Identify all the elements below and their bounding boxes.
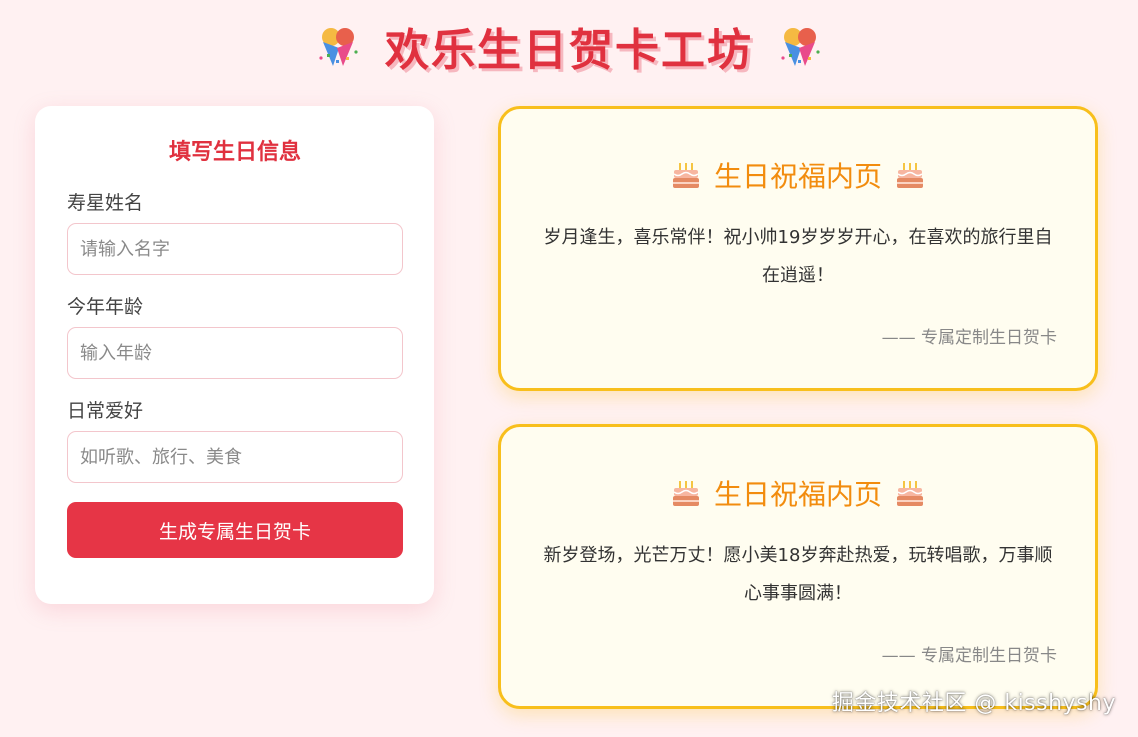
greeting-message: 岁月逢生，喜乐常伴！祝小帅19岁岁岁开心，在喜欢的旅行里自在逍遥！ [543,227,1053,286]
greeting-card-title: 生日祝福内页 [713,160,882,193]
greeting-card: 生日祝福内页 新岁登场，光芒万丈！愿小美18岁奔赴热爱，玩转唱歌，万事顺心事事圆… [498,424,1098,709]
greeting-signature: —— 专属定制生日贺卡 [881,328,1057,348]
birthday-cake-icon [897,163,923,188]
hobby-input[interactable] [67,431,403,483]
page-title: 欢乐生日贺卡工坊 [385,25,753,76]
page: 欢乐生日贺卡工坊 填写生日信息 寿星姓名 今年年龄 日常爱好 生成专属生日贺卡 [0,0,1138,737]
generate-card-button[interactable]: 生成专属生日贺卡 [67,502,403,558]
birthday-info-form: 填写生日信息 寿星姓名 今年年龄 日常爱好 生成专属生日贺卡 [35,106,434,604]
greeting-message: 新岁登场，光芒万丈！愿小美18岁奔赴热爱，玩转唱歌，万事顺心事事圆满！ [543,545,1053,604]
name-input[interactable] [67,223,403,275]
hobby-field-label: 日常爱好 [67,400,144,422]
party-popper-icon [319,28,358,66]
greeting-signature: —— 专属定制生日贺卡 [881,646,1057,666]
greeting-card-header: 生日祝福内页 [501,473,1095,513]
age-input[interactable] [67,327,403,379]
greeting-card-title: 生日祝福内页 [713,478,882,511]
age-field-label: 今年年龄 [67,296,144,318]
greeting-card: 生日祝福内页 岁月逢生，喜乐常伴！祝小帅19岁岁岁开心，在喜欢的旅行里自在逍遥！… [498,106,1098,391]
birthday-cake-icon [672,163,699,188]
greeting-card-header: 生日祝福内页 [501,155,1095,195]
birthday-cake-icon [897,481,923,506]
birthday-cake-icon [672,481,699,506]
header: 欢乐生日贺卡工坊 [0,12,1138,80]
watermark: 掘金技术社区 @ kisshyshy [831,691,1116,716]
form-title: 填写生日信息 [168,140,301,165]
name-field-label: 寿星姓名 [67,192,144,214]
party-popper-icon [781,28,820,66]
